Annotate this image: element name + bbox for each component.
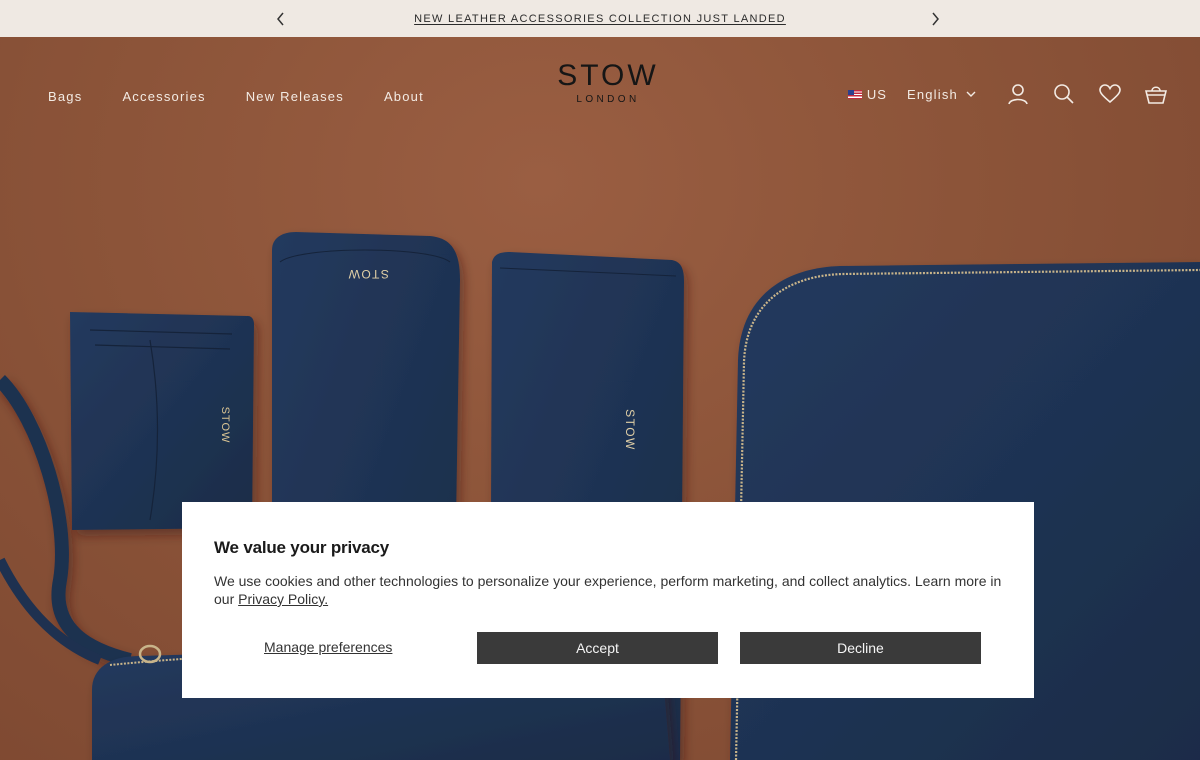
nav-about[interactable]: About [384, 89, 424, 104]
announcement-link[interactable]: NEW LEATHER ACCESSORIES COLLECTION JUST … [414, 13, 786, 25]
account-button[interactable] [1006, 82, 1030, 106]
announcement-bar: NEW LEATHER ACCESSORIES COLLECTION JUST … [0, 0, 1200, 37]
us-flag-icon [847, 89, 862, 99]
privacy-policy-link[interactable]: Privacy Policy. [238, 591, 328, 607]
manage-preferences-link[interactable]: Manage preferences [264, 639, 392, 655]
country-label: US [866, 86, 887, 102]
cookie-consent-banner: We value your privacy We use cookies and… [182, 502, 1034, 698]
wishlist-button[interactable] [1098, 82, 1122, 106]
announcement-next-button[interactable] [925, 9, 945, 29]
card-holder-stamp: STOW [219, 407, 231, 444]
decline-button[interactable]: Decline [740, 632, 981, 664]
announcement-prev-button[interactable] [271, 9, 291, 29]
nav-new-releases[interactable]: New Releases [246, 89, 344, 104]
cookie-actions: Manage preferences Accept Decline [214, 632, 981, 664]
accept-button[interactable]: Accept [477, 632, 718, 664]
nav-accessories[interactable]: Accessories [122, 89, 205, 104]
cookie-title: We value your privacy [214, 538, 390, 557]
account-icon [1008, 84, 1028, 105]
wishlist-heart-icon [1099, 84, 1121, 104]
glasses-case-stamp: STOW [347, 267, 389, 281]
nav-bags[interactable]: Bags [48, 89, 82, 104]
cookie-body: We use cookies and other technologies to… [214, 572, 1002, 608]
site-logo[interactable]: STOW LONDON [557, 60, 659, 106]
search-button[interactable] [1052, 82, 1076, 106]
cart-button[interactable] [1144, 82, 1168, 106]
language-selector[interactable]: English [907, 87, 976, 102]
country-selector[interactable]: US [847, 86, 887, 102]
search-icon [1054, 84, 1074, 104]
main-navigation: Bags Accessories New Releases About [48, 89, 464, 104]
cookie-body-text: We use cookies and other technologies to… [214, 573, 1002, 607]
logo-sub: LONDON [576, 94, 640, 105]
chevron-right-icon [932, 12, 939, 26]
language-label: English [906, 86, 958, 102]
cart-basket-icon [1145, 86, 1167, 104]
logo-main: STOW [557, 59, 659, 92]
header-tools: US English [847, 81, 1168, 107]
wallet-stamp: STOW [623, 409, 637, 451]
chevron-down-icon [966, 91, 976, 97]
chevron-left-icon [277, 12, 284, 26]
